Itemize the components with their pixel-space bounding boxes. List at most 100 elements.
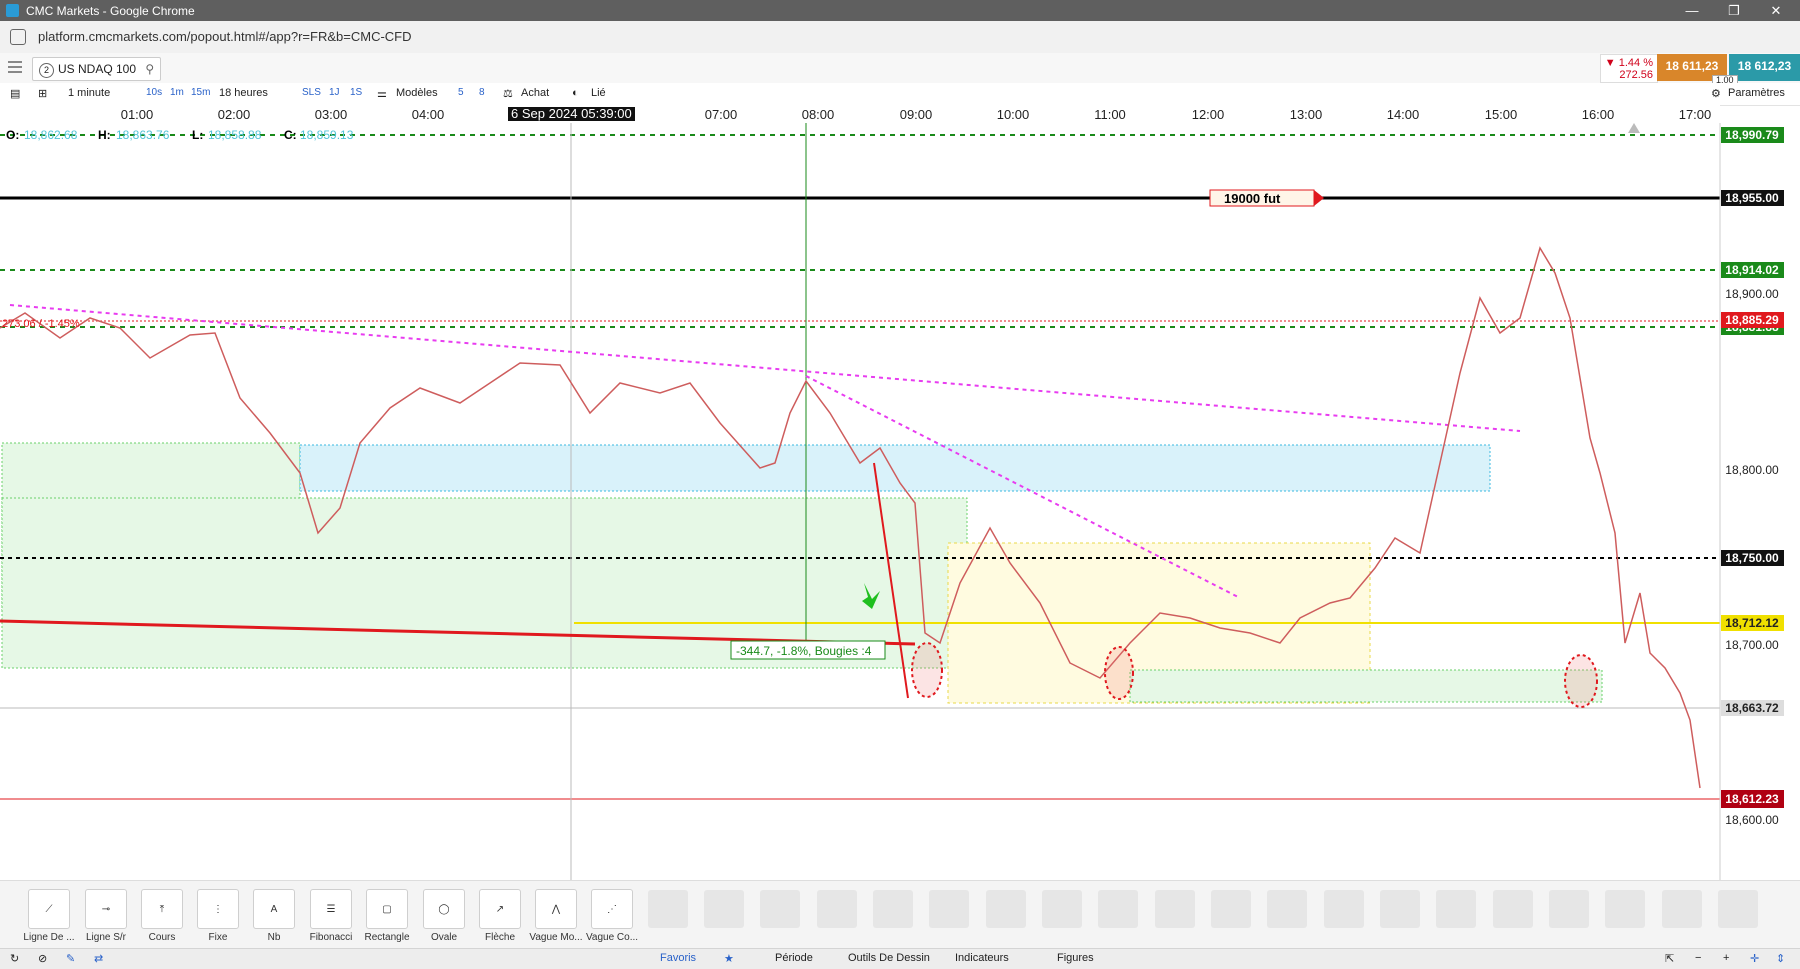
refresh-icon[interactable]: ↻: [10, 952, 19, 965]
site-settings-icon[interactable]: [10, 29, 26, 45]
range-select[interactable]: 18 heures: [219, 87, 268, 99]
settings-button[interactable]: Paramètres: [1728, 87, 1785, 99]
restore-icon[interactable]: ❐: [1714, 0, 1754, 21]
circle-marker[interactable]: [1564, 654, 1598, 708]
empty-slot[interactable]: [873, 890, 913, 928]
time-tick: 02:00: [217, 107, 251, 122]
empty-slot[interactable]: [817, 890, 857, 928]
empty-slot[interactable]: [1042, 890, 1082, 928]
ohlc-h-value: 18,863.76: [116, 128, 170, 142]
close-icon[interactable]: ✕: [1756, 0, 1796, 21]
interval-select[interactable]: 1 minute: [68, 87, 110, 99]
tool-fibonacci[interactable]: ☰ Fibonacci: [304, 889, 358, 943]
tab-drawing-tools[interactable]: Outils De Dessin: [848, 952, 930, 964]
timeframe-1m[interactable]: 1m: [170, 87, 184, 98]
crosshair-icon[interactable]: ✛: [1750, 952, 1759, 965]
line-icon: ⟋: [45, 903, 53, 915]
tab-favorites[interactable]: Favoris: [660, 952, 696, 964]
change-points: 272.56: [1619, 69, 1653, 81]
1s-button[interactable]: 1S: [350, 87, 362, 98]
time-tick: 14:00: [1386, 107, 1420, 122]
tab-figures[interactable]: Figures: [1057, 952, 1094, 964]
empty-slot[interactable]: [986, 890, 1026, 928]
tool-wave2[interactable]: ⋰ Vague Co...: [585, 889, 639, 943]
empty-slot[interactable]: [1098, 890, 1138, 928]
empty-slot[interactable]: [1211, 890, 1251, 928]
layout-icon[interactable]: ▤: [10, 87, 20, 100]
buy-chart-icon[interactable]: ⚖: [503, 87, 513, 100]
circle-marker[interactable]: [1104, 646, 1134, 700]
time-tick: 07:00: [704, 107, 738, 122]
empty-slot[interactable]: [929, 890, 969, 928]
empty-slot[interactable]: [704, 890, 744, 928]
tool-text[interactable]: A Nb: [247, 889, 301, 943]
tool-wave[interactable]: ⋀ Vague Mo...: [529, 889, 583, 943]
buy-chart-button[interactable]: Achat: [521, 87, 549, 99]
price-tag: 18,990.79: [1725, 128, 1779, 142]
ohlc-h-label: H:: [98, 128, 111, 142]
tool-sr-line[interactable]: ⊸ Ligne S/r: [79, 889, 133, 943]
grid-icon[interactable]: ⊞: [38, 87, 47, 100]
minimize-icon[interactable]: —: [1672, 0, 1712, 21]
sls-button[interactable]: SLS: [302, 87, 321, 98]
preset-5[interactable]: 5: [458, 87, 464, 98]
tool-label: Ligne De ...: [23, 932, 75, 943]
change-pct: ▼ 1.44 %: [1604, 57, 1653, 69]
preset-8[interactable]: 8: [479, 87, 485, 98]
link-button[interactable]: Lié: [591, 87, 606, 99]
pencil-icon[interactable]: ✎: [66, 952, 75, 965]
url-text[interactable]: platform.cmcmarkets.com/popout.html#/app…: [38, 29, 412, 44]
instrument-selector[interactable]: 2 US NDAQ 100 ⚲: [32, 57, 162, 81]
templates-button[interactable]: Modèles: [396, 87, 438, 99]
tool-rectangle[interactable]: ▢ Rectangle: [360, 889, 414, 943]
text-icon: A: [270, 903, 278, 915]
tab-period[interactable]: Période: [775, 952, 813, 964]
fit-icon[interactable]: ⇕: [1776, 952, 1785, 965]
settings-icon[interactable]: ⚙: [1711, 87, 1721, 100]
tab-indicators[interactable]: Indicateurs: [955, 952, 1009, 964]
time-tick: 11:00: [1094, 107, 1126, 122]
empty-slot[interactable]: [1549, 890, 1589, 928]
buy-price: 18 612,23: [1737, 59, 1792, 73]
scale-icon[interactable]: ⇱: [1665, 952, 1674, 965]
ohlc-o-label: O:: [6, 128, 19, 142]
empty-slot[interactable]: [1436, 890, 1476, 928]
price-tag: 18,712.12: [1725, 616, 1779, 630]
empty-slot[interactable]: [1324, 890, 1364, 928]
empty-slot[interactable]: [760, 890, 800, 928]
measure-label: -344.7, -1.8%, Bougies :4: [736, 644, 872, 658]
empty-slot[interactable]: [1718, 890, 1758, 928]
star-icon[interactable]: ★: [724, 952, 734, 965]
tool-price[interactable]: ⤒ Cours: [135, 889, 189, 943]
templates-icon[interactable]: ⚌: [377, 87, 387, 100]
resistance-zone: [299, 444, 1491, 492]
buy-button[interactable]: 18 612,23: [1729, 54, 1800, 81]
link-icon[interactable]: ◐: [572, 87, 579, 99]
cancel-icon[interactable]: ⊘: [38, 952, 47, 965]
empty-slot[interactable]: [648, 890, 688, 928]
tool-arrow[interactable]: ↗ Flèche: [473, 889, 527, 943]
tool-oval[interactable]: ◯ Ovale: [417, 889, 471, 943]
tool-fixed[interactable]: ⋮ Fixe: [191, 889, 245, 943]
fixed-icon: ⋮: [213, 903, 223, 915]
zoom-out-icon[interactable]: −: [1695, 952, 1701, 964]
instrument-index: 2: [39, 63, 54, 78]
circle-marker[interactable]: [911, 642, 943, 698]
menu-icon[interactable]: [8, 61, 22, 73]
timeframe-15m[interactable]: 15m: [191, 87, 210, 98]
ohlc-o-value: 18,862.68: [24, 128, 78, 142]
zoom-in-icon[interactable]: +: [1723, 952, 1729, 964]
tool-line[interactable]: ⟋ Ligne De ...: [22, 889, 76, 943]
empty-slot[interactable]: [1662, 890, 1702, 928]
magnet-icon[interactable]: ⇄: [94, 952, 103, 965]
empty-slot[interactable]: [1267, 890, 1307, 928]
price-chart[interactable]: 19000 fut -344.7, -1.8%, Bougies :4 273.…: [0, 123, 1800, 880]
timeframe-10s[interactable]: 10s: [146, 87, 162, 98]
arrow-icon: ↗: [495, 903, 505, 915]
search-icon[interactable]: ⚲: [145, 62, 154, 76]
empty-slot[interactable]: [1380, 890, 1420, 928]
empty-slot[interactable]: [1605, 890, 1645, 928]
1j-button[interactable]: 1J: [329, 87, 340, 98]
empty-slot[interactable]: [1493, 890, 1533, 928]
empty-slot[interactable]: [1155, 890, 1195, 928]
